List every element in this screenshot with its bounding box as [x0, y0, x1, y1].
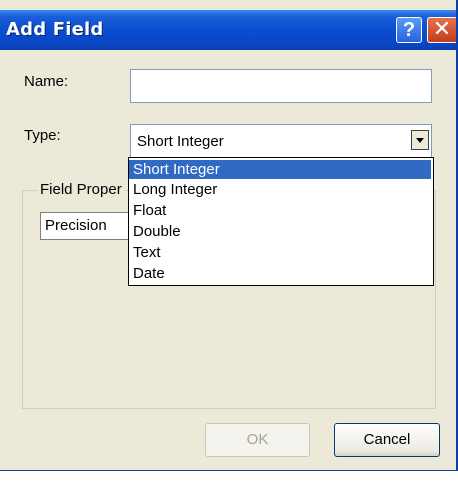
ok-button[interactable]: OK: [205, 423, 310, 457]
help-icon: ?: [402, 19, 416, 41]
dropdown-option-date[interactable]: Date: [129, 264, 431, 283]
help-button[interactable]: ?: [396, 17, 422, 43]
title-bar[interactable]: Add Field ? ✕: [0, 10, 456, 50]
field-properties-legend: Field Proper: [38, 181, 124, 198]
type-selected-value: Short Integer: [137, 133, 224, 150]
type-select[interactable]: Short Integer: [130, 124, 432, 158]
dropdown-option-float[interactable]: Float: [129, 201, 431, 220]
type-dropdown-list: Short Integer Long Integer Float Double …: [128, 157, 434, 286]
add-field-dialog: Add Field ? ✕ Name: Type: Short Integer …: [0, 0, 458, 471]
name-input[interactable]: [130, 69, 432, 103]
close-icon: ✕: [432, 17, 452, 42]
window-title: Add Field: [6, 19, 104, 40]
dropdown-option-short-integer[interactable]: Short Integer: [129, 160, 431, 179]
property-precision-cell[interactable]: Precision: [40, 212, 140, 240]
name-label: Name:: [24, 73, 69, 90]
dropdown-option-text[interactable]: Text: [129, 243, 431, 262]
type-label: Type:: [24, 127, 61, 144]
chevron-down-icon[interactable]: [411, 130, 429, 150]
cancel-button[interactable]: Cancel: [334, 423, 440, 457]
close-button[interactable]: ✕: [427, 17, 456, 43]
dropdown-option-double[interactable]: Double: [129, 222, 431, 241]
dropdown-option-long-integer[interactable]: Long Integer: [129, 180, 431, 199]
